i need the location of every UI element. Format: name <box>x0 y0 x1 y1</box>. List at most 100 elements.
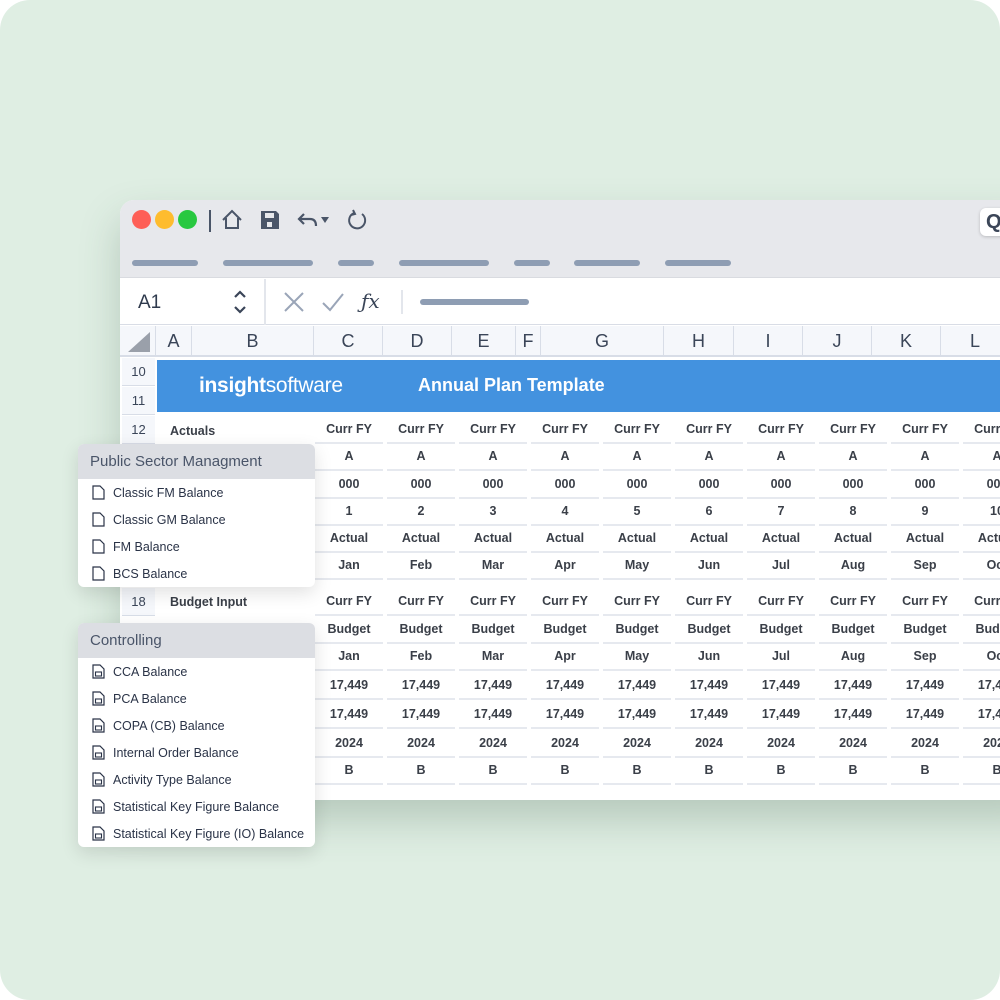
cell[interactable]: A <box>891 444 959 471</box>
cell[interactable]: Curr FY <box>459 588 527 616</box>
name-box[interactable]: A1 <box>138 292 161 314</box>
column-header-i[interactable]: I <box>733 326 802 355</box>
cell[interactable]: 17,449 <box>387 701 455 729</box>
cell[interactable]: 2024 <box>459 730 527 758</box>
cell[interactable]: A <box>603 444 671 471</box>
cell[interactable]: Curr FY <box>315 417 383 444</box>
cell[interactable]: Aug <box>819 643 887 671</box>
panel-item[interactable]: Statistical Key Figure Balance <box>78 793 315 820</box>
cell[interactable]: 6 <box>675 499 743 526</box>
row-header-18[interactable]: 18 <box>122 588 155 616</box>
cell[interactable]: B <box>459 757 527 785</box>
cell[interactable]: Budget <box>315 616 383 644</box>
cell[interactable]: 17,449 <box>603 672 671 700</box>
select-all-corner[interactable] <box>126 330 152 354</box>
cell[interactable]: Curr FY <box>747 588 815 616</box>
cell[interactable]: Actual <box>891 526 959 553</box>
cell[interactable]: 7 <box>747 499 815 526</box>
cell[interactable]: Curr FY <box>459 417 527 444</box>
panel-item[interactable]: PCA Balance <box>78 685 315 712</box>
cell[interactable]: B <box>603 757 671 785</box>
column-header-f[interactable]: F <box>515 326 540 355</box>
cell[interactable]: 2024 <box>387 730 455 758</box>
home-icon[interactable] <box>220 208 244 232</box>
cell[interactable]: Curr FY <box>891 417 959 444</box>
cell[interactable]: Curr FY <box>675 588 743 616</box>
panel-item[interactable]: Activity Type Balance <box>78 766 315 793</box>
cell[interactable]: Curr FY <box>819 588 887 616</box>
cell[interactable]: 17,449 <box>675 701 743 729</box>
cell[interactable]: Apr <box>531 553 599 580</box>
cell[interactable]: 17,449 <box>531 701 599 729</box>
cell[interactable]: Jul <box>747 553 815 580</box>
cell[interactable]: 9 <box>891 499 959 526</box>
cell[interactable]: B <box>675 757 743 785</box>
cell[interactable]: 17,449 <box>315 701 383 729</box>
cell[interactable]: 2 <box>387 499 455 526</box>
cell[interactable]: 000 <box>315 472 383 499</box>
panel-item[interactable]: COPA (CB) Balance <box>78 712 315 739</box>
cell[interactable]: A <box>675 444 743 471</box>
panel-item[interactable]: Internal Order Balance <box>78 739 315 766</box>
cell[interactable]: 000 <box>747 472 815 499</box>
cell[interactable]: Actual <box>531 526 599 553</box>
cell[interactable]: Oct <box>963 553 1000 580</box>
cell[interactable]: 000 <box>891 472 959 499</box>
cell[interactable]: Sep <box>891 553 959 580</box>
cell[interactable]: 10 <box>963 499 1000 526</box>
confirm-icon[interactable] <box>321 291 345 313</box>
column-header-b[interactable]: B <box>191 326 313 355</box>
column-header-h[interactable]: H <box>663 326 733 355</box>
cell[interactable]: 2024 <box>891 730 959 758</box>
menu-item[interactable] <box>574 260 640 266</box>
panel-item[interactable]: CCA Balance <box>78 658 315 685</box>
cell[interactable]: 17,449 <box>747 672 815 700</box>
cell[interactable]: Budget <box>675 616 743 644</box>
cell[interactable]: A <box>963 444 1000 471</box>
cell[interactable]: Oct <box>963 643 1000 671</box>
cell[interactable]: Curr FY <box>531 417 599 444</box>
cell[interactable]: 2024 <box>603 730 671 758</box>
menu-item[interactable] <box>665 260 731 266</box>
chevron-updown-icon[interactable] <box>232 289 248 315</box>
cell[interactable]: 17,449 <box>963 672 1000 700</box>
column-header-k[interactable]: K <box>871 326 940 355</box>
cell[interactable]: 4 <box>531 499 599 526</box>
cell[interactable]: 17,449 <box>819 701 887 729</box>
menu-item[interactable] <box>132 260 198 266</box>
cell[interactable]: Budget <box>459 616 527 644</box>
cell[interactable]: Feb <box>387 643 455 671</box>
cell[interactable]: Jun <box>675 553 743 580</box>
cell[interactable]: B <box>315 757 383 785</box>
cell[interactable]: Actual <box>819 526 887 553</box>
cell[interactable]: 17,449 <box>819 672 887 700</box>
cell[interactable]: 000 <box>819 472 887 499</box>
cell[interactable]: B <box>891 757 959 785</box>
menu-item[interactable] <box>514 260 550 266</box>
cell[interactable]: Curr FY <box>675 417 743 444</box>
cell[interactable]: Jan <box>315 643 383 671</box>
zoom-button[interactable] <box>178 210 197 229</box>
column-header-c[interactable]: C <box>313 326 382 355</box>
cell[interactable]: A <box>387 444 455 471</box>
cell[interactable]: B <box>531 757 599 785</box>
cell[interactable]: Jan <box>315 553 383 580</box>
cell[interactable]: 000 <box>387 472 455 499</box>
cell[interactable]: A <box>747 444 815 471</box>
cell[interactable]: Curr FY <box>603 417 671 444</box>
cell[interactable]: 3 <box>459 499 527 526</box>
cell[interactable]: A <box>819 444 887 471</box>
cell[interactable]: 17,449 <box>531 672 599 700</box>
row-header-10[interactable]: 10 <box>122 358 155 386</box>
cell[interactable]: 17,449 <box>963 701 1000 729</box>
cell[interactable]: 000 <box>963 472 1000 499</box>
close-button[interactable] <box>132 210 151 229</box>
cell[interactable]: 2024 <box>315 730 383 758</box>
save-icon[interactable] <box>258 208 282 232</box>
cell[interactable]: 17,449 <box>675 672 743 700</box>
cell[interactable]: Curr FY <box>603 588 671 616</box>
menu-item[interactable] <box>223 260 313 266</box>
cell[interactable]: Apr <box>531 643 599 671</box>
column-header-l[interactable]: L <box>940 326 1000 355</box>
menu-item[interactable] <box>338 260 374 266</box>
